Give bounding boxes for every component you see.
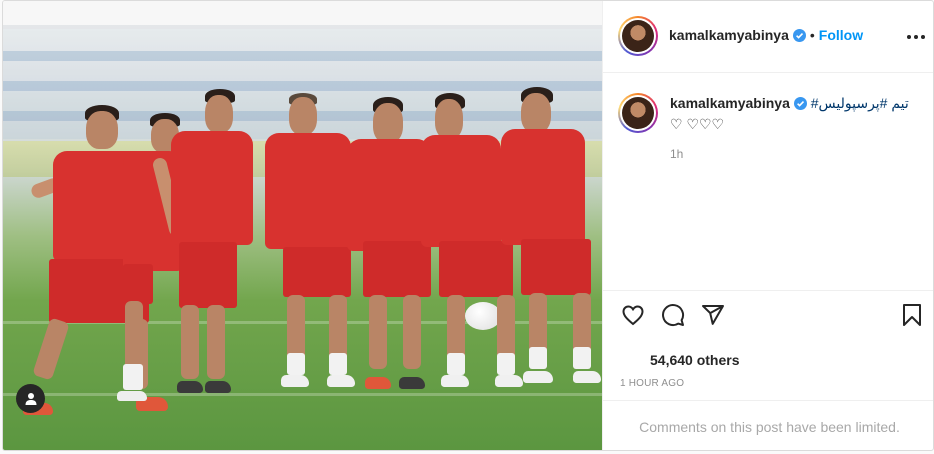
comments-limited-text: Comments on this post have been limited. <box>639 418 900 435</box>
post-sidebar: kamalkamyabinya • Follow kamalkamyabinya ت… <box>602 1 933 450</box>
post-timestamp[interactable]: 1 HOUR AGO <box>620 378 684 389</box>
follow-button[interactable]: Follow <box>819 27 863 43</box>
post-photo[interactable] <box>3 1 602 450</box>
more-options-icon[interactable] <box>904 25 928 49</box>
caption-avatar[interactable] <box>618 93 658 133</box>
instagram-post: kamalkamyabinya • Follow kamalkamyabinya ت… <box>2 0 934 451</box>
photo-top-strip <box>3 1 602 25</box>
football <box>465 302 501 330</box>
share-icon[interactable] <box>699 301 727 329</box>
verified-badge-icon <box>793 96 807 115</box>
header-user-line: kamalkamyabinya • Follow <box>669 27 863 47</box>
heart-icon[interactable] <box>619 301 647 329</box>
comments-limited-notice: Comments on this post have been limited. <box>603 400 933 450</box>
tagged-users-button[interactable] <box>16 384 45 413</box>
author-avatar[interactable] <box>618 16 658 56</box>
caption-username[interactable]: kamalkamyabinya <box>670 95 790 111</box>
comment-icon[interactable] <box>659 301 687 329</box>
separator-dot: • <box>809 27 815 43</box>
caption-text-block: kamalkamyabinya تیم #پرسپولیس# ♡ ♡♡♡ <box>670 94 920 134</box>
caption-hearts: ♡ ♡♡♡ <box>670 116 725 132</box>
bookmark-icon[interactable] <box>898 301 926 329</box>
author-username[interactable]: kamalkamyabinya <box>669 27 789 43</box>
verified-badge-icon <box>792 29 806 47</box>
action-bar <box>603 290 933 340</box>
likes-count[interactable]: 54,640 others <box>650 352 740 368</box>
user-icon <box>25 392 36 405</box>
caption-hashtags[interactable]: تیم #پرسپولیس# <box>811 95 909 111</box>
caption-section: kamalkamyabinya تیم #پرسپولیس# ♡ ♡♡♡ 1h <box>603 73 933 289</box>
post-header: kamalkamyabinya • Follow <box>603 1 933 73</box>
caption-timestamp: 1h <box>670 147 684 161</box>
